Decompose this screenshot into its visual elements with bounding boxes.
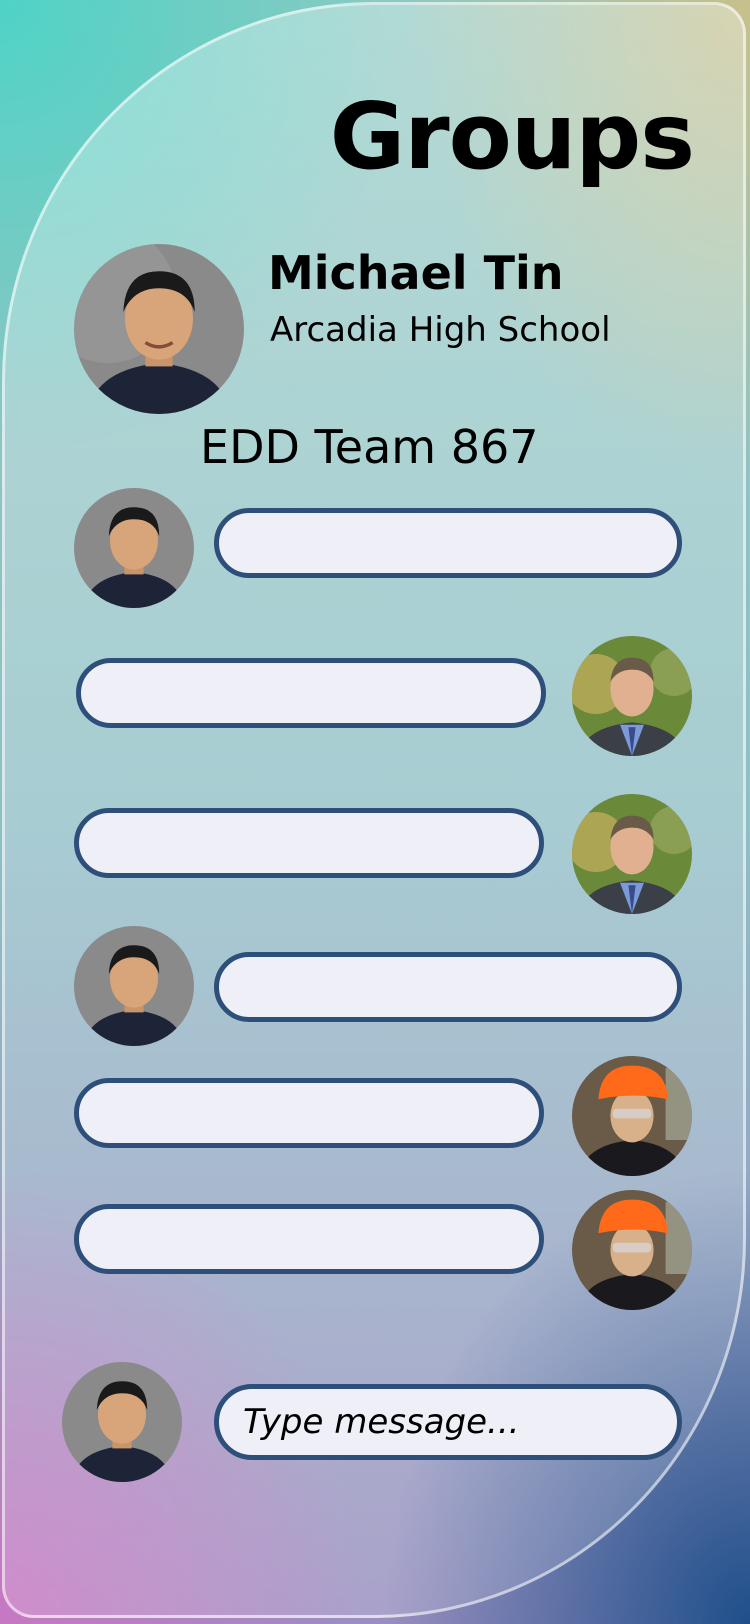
orange-helmet-student-portrait-icon — [572, 1056, 692, 1176]
student-portrait-icon — [74, 244, 244, 414]
message-avatar[interactable] — [572, 1056, 692, 1176]
message-bubble[interactable] — [76, 658, 546, 728]
student-portrait-icon — [62, 1362, 182, 1482]
profile-avatar[interactable] — [74, 244, 244, 414]
message-bubble[interactable] — [214, 952, 682, 1022]
message-avatar[interactable] — [74, 488, 194, 608]
page-title: Groups — [329, 83, 695, 190]
message-input[interactable] — [214, 1384, 682, 1460]
group-name: EDD Team 867 — [200, 420, 539, 474]
message-bubble[interactable] — [74, 1078, 544, 1148]
teacher-portrait-icon — [572, 794, 692, 914]
message-avatar[interactable] — [572, 1190, 692, 1310]
profile-school: Arcadia High School — [270, 310, 611, 350]
message-bubble[interactable] — [74, 808, 544, 878]
profile-name: Michael Tin — [268, 246, 564, 300]
orange-helmet-student-portrait-icon — [572, 1190, 692, 1310]
message-bubble[interactable] — [214, 508, 682, 578]
message-bubble[interactable] — [74, 1204, 544, 1274]
composer-avatar[interactable] — [62, 1362, 182, 1482]
teacher-portrait-icon — [572, 636, 692, 756]
message-avatar[interactable] — [74, 926, 194, 1046]
message-avatar[interactable] — [572, 794, 692, 914]
student-portrait-icon — [74, 488, 194, 608]
message-avatar[interactable] — [572, 636, 692, 756]
student-portrait-icon — [74, 926, 194, 1046]
